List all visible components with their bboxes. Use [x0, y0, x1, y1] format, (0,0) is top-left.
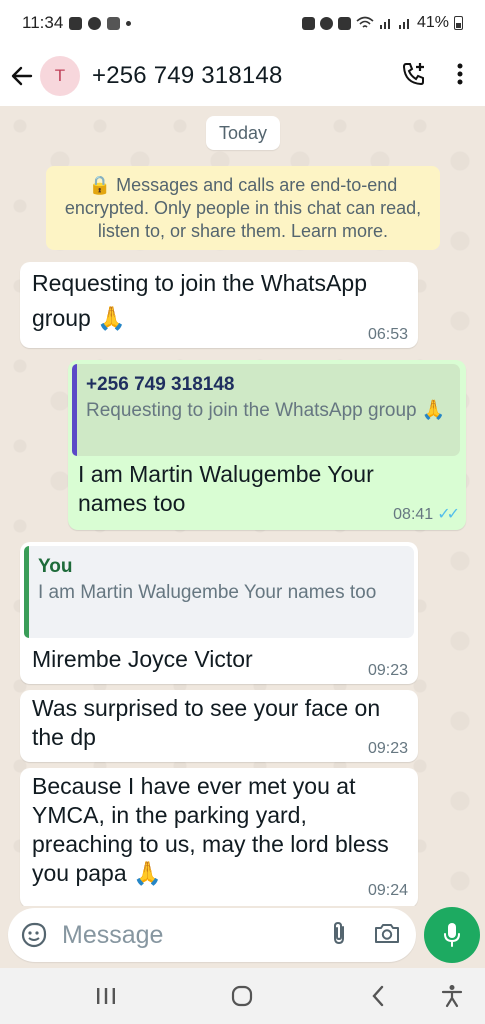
message-text: Requesting to join the WhatsApp group 🙏	[32, 270, 367, 331]
home-icon[interactable]	[228, 982, 256, 1010]
camera-icon[interactable]	[374, 922, 400, 949]
quoted-message[interactable]: You I am Martin Walugembe Your names too	[24, 546, 414, 638]
quote-text: I am Martin Walugembe Your names too	[38, 582, 377, 603]
status-bar: 11:34 41%	[0, 0, 485, 46]
arrow-left-icon[interactable]	[10, 64, 34, 88]
message-bubble[interactable]: Was surprised to see your face on the dp…	[20, 690, 418, 762]
quoted-message[interactable]: +256 749 318148 Requesting to join the W…	[72, 364, 460, 456]
paperclip-icon[interactable]	[330, 920, 348, 951]
message-bubble[interactable]: You I am Martin Walugembe Your names too…	[20, 542, 418, 684]
signal-2-icon	[398, 19, 409, 29]
message-text: Because I have ever met you at YMCA, in …	[32, 773, 389, 886]
message-time: 09:23	[367, 662, 408, 679]
composer-bar	[0, 906, 485, 968]
message-time: 09:23	[367, 740, 408, 757]
back-nav-icon[interactable]	[364, 982, 392, 1010]
message-time: 08:41 ✓✓	[393, 504, 460, 524]
message-text: I am Martin Walugembe Your names too	[78, 461, 374, 516]
encryption-notice[interactable]: 🔒 Messages and calls are end-to-end encr…	[46, 166, 440, 250]
signal-icon	[379, 19, 390, 29]
notification-icon	[69, 16, 83, 30]
system-nav-bar	[0, 968, 485, 1024]
contact-name[interactable]: +256 749 318148	[92, 62, 283, 90]
composer-pill	[8, 908, 416, 962]
message-bubble[interactable]: +256 749 318148 Requesting to join the W…	[68, 360, 466, 530]
message-text: Mirembe Joyce Victor	[32, 646, 253, 672]
tiktok-icon	[107, 16, 121, 30]
avatar[interactable]: T	[40, 56, 80, 96]
add-call-icon[interactable]	[401, 61, 427, 92]
mute-icon	[337, 16, 351, 30]
battery-percent: 41%	[416, 14, 449, 31]
clock-icon	[319, 16, 333, 30]
ball-icon	[88, 16, 102, 30]
wifi-icon	[356, 16, 374, 28]
message-time: 09:24	[367, 882, 408, 899]
message-text: Was surprised to see your face on the dp	[32, 695, 381, 750]
mic-icon[interactable]	[424, 907, 480, 963]
sticker-icon[interactable]	[20, 921, 48, 949]
alarm-icon	[301, 16, 315, 30]
chat-header: T +256 749 318148	[0, 46, 485, 106]
message-bubble[interactable]: Because I have ever met you at YMCA, in …	[20, 768, 418, 906]
message-bubble[interactable]: Requesting to join the WhatsApp group 🙏 …	[20, 262, 418, 348]
status-time: 11:34	[22, 13, 64, 32]
date-chip: Today	[206, 116, 280, 150]
chat-area[interactable]: Today 🔒 Messages and calls are end-to-en…	[0, 106, 485, 906]
battery-icon	[454, 16, 463, 30]
quote-text: Requesting to join the WhatsApp group 🙏	[86, 400, 446, 421]
quote-author: +256 749 318148	[86, 374, 235, 395]
message-time: 06:53	[367, 326, 408, 343]
recent-apps-icon[interactable]	[92, 982, 120, 1010]
more-notifications-icon	[126, 20, 132, 26]
accessibility-icon[interactable]	[438, 982, 466, 1010]
quote-author: You	[38, 556, 73, 577]
more-vertical-icon[interactable]	[457, 63, 463, 90]
read-ticks-icon: ✓✓	[437, 506, 460, 523]
message-time-text: 08:41	[393, 506, 434, 523]
message-input[interactable]	[62, 920, 302, 950]
